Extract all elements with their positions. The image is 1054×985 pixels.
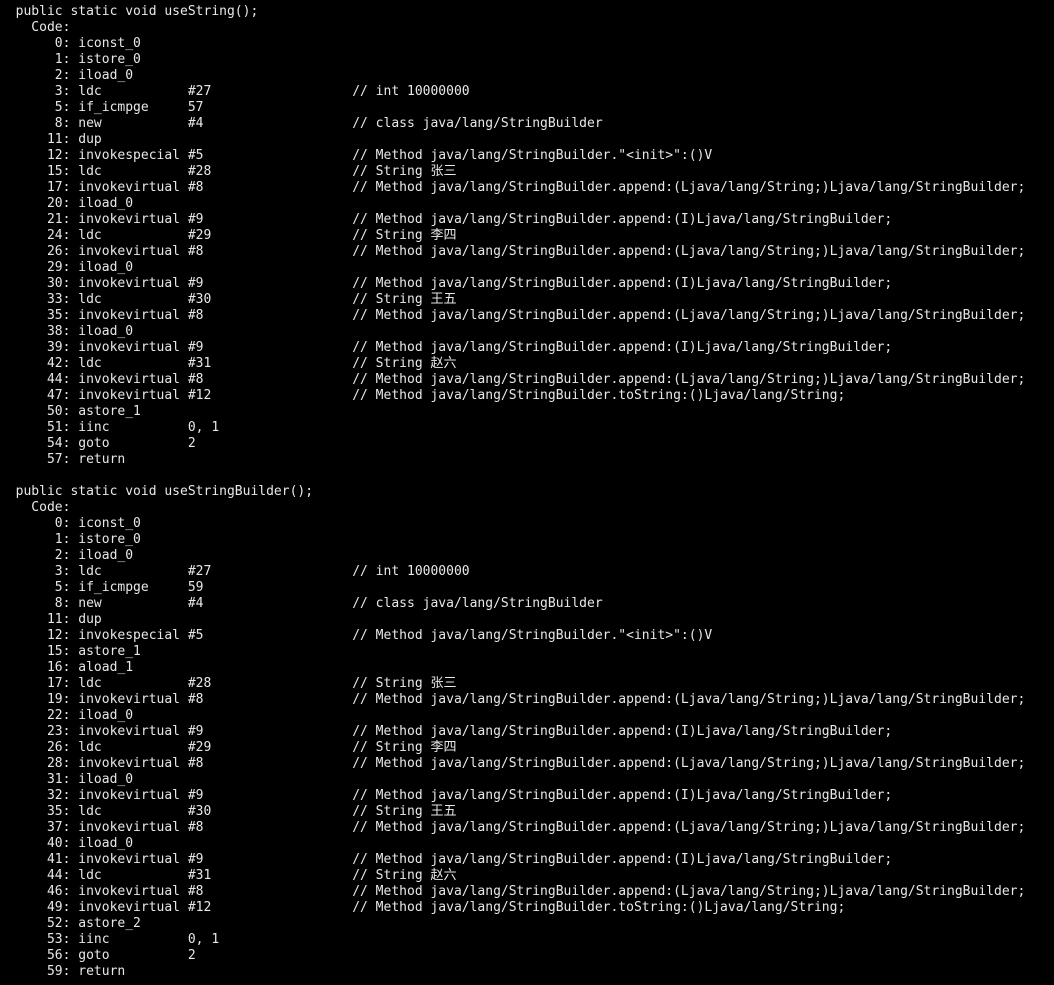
bytecode-listing: public static void useString(); Code: 0:… — [0, 0, 1054, 980]
